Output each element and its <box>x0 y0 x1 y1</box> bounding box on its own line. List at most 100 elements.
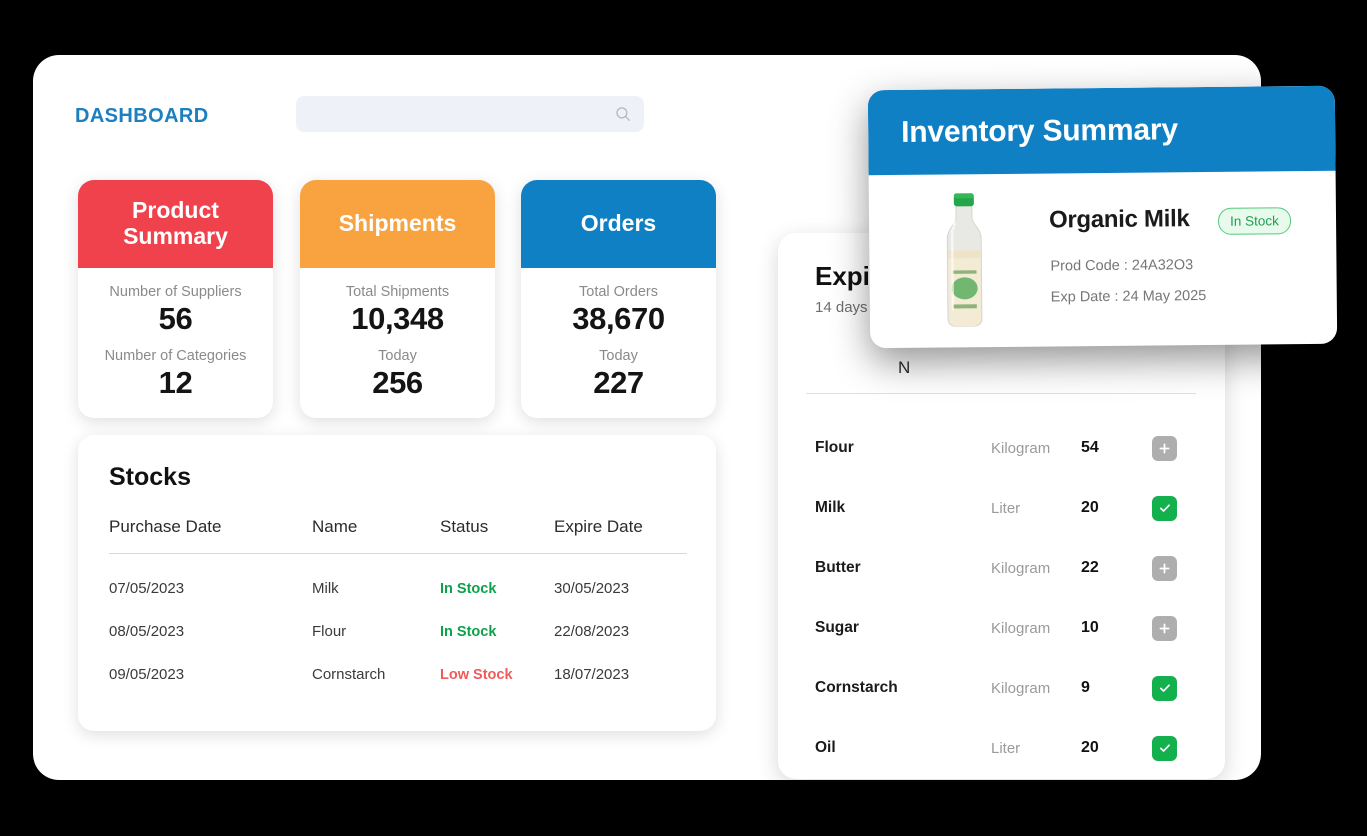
stat-value-primary: 10,348 <box>300 301 495 337</box>
table-header-row: Purchase Date Name Status Expire Date <box>109 517 687 554</box>
item-unit: Kilogram <box>991 620 1050 637</box>
popup-body: Organic Milk In Stock Prod Code : 24A32O… <box>869 171 1338 348</box>
stat-label-secondary: Today <box>521 348 716 364</box>
table-row[interactable]: 08/05/2023 Flour In Stock 22/08/2023 <box>109 597 687 640</box>
stat-card-shipments[interactable]: Shipments Total Shipments 10,348 Today 2… <box>300 180 495 418</box>
stat-card-header: Product Summary <box>78 180 273 268</box>
product-code: Prod Code : 24A32O3 <box>1050 257 1193 274</box>
check-icon[interactable] <box>1152 676 1177 701</box>
column-header-status[interactable]: Status <box>440 517 554 554</box>
item-unit: Liter <box>991 740 1020 757</box>
expires-list: Flour Kilogram 54 Milk Liter 20 <box>778 418 1225 778</box>
table-row[interactable]: 07/05/2023 Milk In Stock 30/05/2023 <box>109 554 687 598</box>
status-badge: In Stock <box>1218 207 1291 235</box>
cell-expire-date: 22/08/2023 <box>554 597 687 640</box>
stat-label-primary: Total Orders <box>521 284 716 300</box>
search-icon[interactable] <box>614 105 632 123</box>
stat-card-title: Orders <box>581 211 656 237</box>
list-item[interactable]: Flour Kilogram 54 <box>778 418 1225 478</box>
add-icon[interactable] <box>1152 556 1177 581</box>
status-badge: Low Stock <box>440 667 513 683</box>
stocks-panel: Stocks Purchase Date Name Status Expire … <box>78 435 716 731</box>
plus-icon <box>1158 562 1171 575</box>
cell-expire-date: 18/07/2023 <box>554 640 687 683</box>
list-item[interactable]: Milk Liter 20 <box>778 478 1225 538</box>
stat-card-title: Shipments <box>339 211 457 237</box>
item-unit: Kilogram <box>991 440 1050 457</box>
stat-card-title: Product Summary <box>88 198 263 250</box>
stat-value-secondary: 256 <box>300 365 495 401</box>
stat-label-secondary: Today <box>300 348 495 364</box>
list-item[interactable]: Sugar Kilogram 10 <box>778 598 1225 658</box>
stat-card-body: Number of Suppliers 56 Number of Categor… <box>78 268 273 401</box>
add-icon[interactable] <box>1152 616 1177 641</box>
item-unit: Kilogram <box>991 560 1050 577</box>
column-header-name[interactable]: N <box>898 358 910 378</box>
stat-card-header: Shipments <box>300 180 495 268</box>
check-icon[interactable] <box>1152 496 1177 521</box>
cell-name: Milk <box>312 554 440 598</box>
product-name: Organic Milk <box>1049 205 1190 234</box>
item-quantity: 10 <box>1081 619 1099 637</box>
item-name: Sugar <box>815 619 859 637</box>
table-row[interactable]: 09/05/2023 Cornstarch Low Stock 18/07/20… <box>109 640 687 683</box>
stat-label-primary: Number of Suppliers <box>78 284 273 300</box>
stat-label-secondary: Number of Categories <box>78 348 273 364</box>
cell-purchase-date: 08/05/2023 <box>109 597 312 640</box>
item-name: Cornstarch <box>815 679 898 697</box>
stat-value-primary: 56 <box>78 301 273 337</box>
checkmark-icon <box>1158 741 1172 755</box>
popup-header: Inventory Summary <box>868 86 1336 175</box>
item-quantity: 9 <box>1081 679 1090 697</box>
item-name: Flour <box>815 439 854 457</box>
list-item[interactable]: Cornstarch Kilogram 9 <box>778 658 1225 718</box>
search-box[interactable] <box>296 96 644 132</box>
plus-icon <box>1158 622 1171 635</box>
item-quantity: 22 <box>1081 559 1099 577</box>
item-quantity: 20 <box>1081 499 1099 517</box>
stat-value-secondary: 227 <box>521 365 716 401</box>
stat-value-secondary: 12 <box>78 365 273 401</box>
product-expiry: Exp Date : 24 May 2025 <box>1051 288 1207 305</box>
stocks-title: Stocks <box>109 463 191 492</box>
stat-card-orders[interactable]: Orders Total Orders 38,670 Today 227 <box>521 180 716 418</box>
list-item[interactable]: Oil Liter 20 <box>778 718 1225 778</box>
search-input[interactable] <box>310 96 610 132</box>
check-icon[interactable] <box>1152 736 1177 761</box>
item-quantity: 20 <box>1081 739 1099 757</box>
item-name: Oil <box>815 739 836 757</box>
item-quantity: 54 <box>1081 439 1099 457</box>
add-icon[interactable] <box>1152 436 1177 461</box>
cell-name: Flour <box>312 597 440 640</box>
item-name: Butter <box>815 559 861 577</box>
stat-value-primary: 38,670 <box>521 301 716 337</box>
page-title: DASHBOARD <box>75 105 209 128</box>
popup-title: Inventory Summary <box>901 113 1178 150</box>
stat-label-primary: Total Shipments <box>300 284 495 300</box>
inventory-summary-popup[interactable]: Inventory Summary Organic Milk In Stock … <box>868 86 1337 348</box>
list-item[interactable]: Butter Kilogram 22 <box>778 538 1225 598</box>
screenshot-stage: DASHBOARD Product Summary Number of Supp… <box>0 0 1367 836</box>
cell-name: Cornstarch <box>312 640 440 683</box>
column-header-purchase-date[interactable]: Purchase Date <box>109 517 312 554</box>
status-badge: In Stock <box>440 624 496 640</box>
item-unit: Kilogram <box>991 680 1050 697</box>
checkmark-icon <box>1158 681 1172 695</box>
cell-purchase-date: 09/05/2023 <box>109 640 312 683</box>
item-unit: Liter <box>991 500 1020 517</box>
stat-card-body: Total Shipments 10,348 Today 256 <box>300 268 495 401</box>
cell-expire-date: 30/05/2023 <box>554 554 687 598</box>
item-name: Milk <box>815 499 845 517</box>
stat-card-header: Orders <box>521 180 716 268</box>
divider <box>806 393 1196 394</box>
plus-icon <box>1158 442 1171 455</box>
milk-bottle-image <box>931 188 998 329</box>
cell-purchase-date: 07/05/2023 <box>109 554 312 598</box>
stat-card-body: Total Orders 38,670 Today 227 <box>521 268 716 401</box>
stat-card-product-summary[interactable]: Product Summary Number of Suppliers 56 N… <box>78 180 273 418</box>
column-header-name[interactable]: Name <box>312 517 440 554</box>
checkmark-icon <box>1158 501 1172 515</box>
status-badge: In Stock <box>440 581 496 597</box>
stocks-table: Purchase Date Name Status Expire Date 07… <box>109 517 687 683</box>
column-header-expire-date[interactable]: Expire Date <box>554 517 687 554</box>
